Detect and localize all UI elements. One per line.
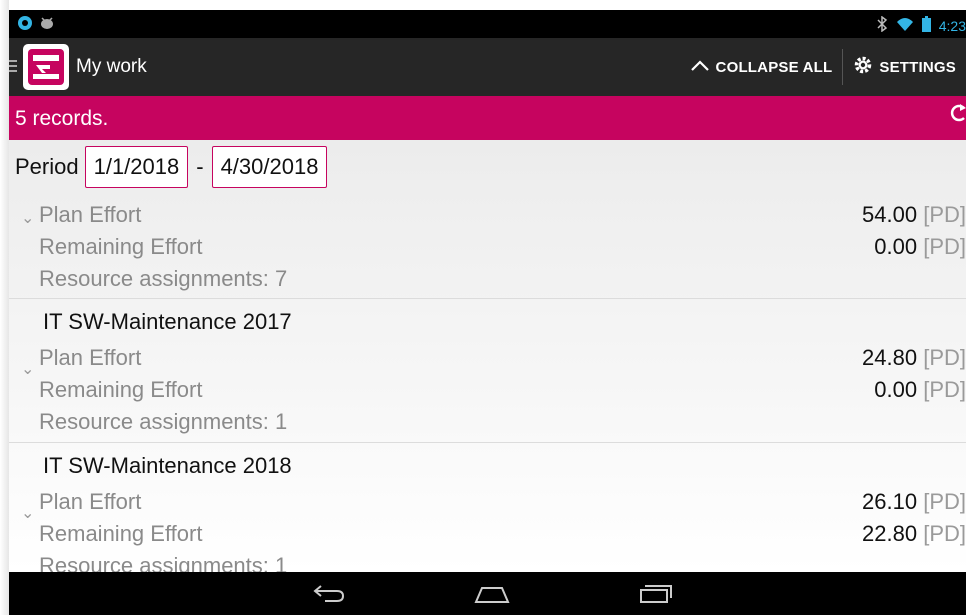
period-to-field[interactable]: 4/30/2018	[211, 146, 328, 188]
list-item[interactable]: IT SW-Maintenance 2017 ⌄ Plan Effort 24.…	[9, 298, 966, 441]
period-filter: Period 1/1/2018 - 4/30/2018	[15, 146, 328, 188]
android-screen: 4:23 My work COLLAPSE ALL SETTINGS 5 rec…	[9, 10, 966, 615]
status-time: 4:23	[938, 17, 966, 34]
chevron-up-icon	[690, 59, 710, 76]
battery-icon	[921, 16, 931, 35]
refresh-icon[interactable]	[950, 102, 966, 130]
chevron-down-icon[interactable]: ⌄	[21, 359, 34, 379]
chevron-down-icon[interactable]: ⌄	[21, 208, 34, 228]
plan-effort-value: 24.80 [PD]	[862, 345, 966, 370]
nav-drawer-icon[interactable]	[9, 60, 17, 75]
list-item[interactable]: IT SW-Maintenance 2018 ⌄ Plan Effort 26.…	[9, 442, 966, 578]
remaining-effort-value: 0.00 [PD]	[874, 234, 966, 259]
settings-label: SETTINGS	[879, 58, 956, 76]
action-bar: My work COLLAPSE ALL SETTINGS	[9, 38, 966, 96]
recents-icon[interactable]	[637, 582, 673, 609]
wifi-icon	[896, 17, 914, 35]
collapse-all-button[interactable]: COLLAPSE ALL	[680, 38, 843, 96]
remaining-effort-value: 22.80 [PD]	[862, 521, 966, 546]
status-bar: 4:23	[9, 10, 966, 38]
plan-effort-value: 54.00 [PD]	[862, 202, 966, 227]
home-icon[interactable]	[472, 582, 512, 609]
period-from-field[interactable]: 1/1/2018	[84, 146, 189, 188]
plan-effort-label: Plan Effort	[39, 489, 142, 514]
back-icon[interactable]	[311, 582, 347, 609]
remaining-effort-label: Remaining Effort	[39, 234, 203, 259]
settings-button[interactable]: SETTINGS	[843, 38, 966, 96]
remaining-effort-label: Remaining Effort	[39, 521, 203, 546]
app-icon[interactable]	[23, 44, 69, 90]
remaining-effort-label: Remaining Effort	[39, 377, 203, 402]
app-title: My work	[76, 56, 147, 77]
window-shadow	[0, 0, 9, 615]
records-bar: 5 records.	[9, 96, 966, 140]
work-list: Period 1/1/2018 - 4/30/2018 ⌄ Plan Effor…	[9, 140, 966, 578]
resource-assignments: Resource assignments: 1	[39, 409, 288, 434]
gear-icon	[853, 55, 873, 79]
period-label: Period	[15, 154, 79, 179]
chevron-down-icon[interactable]: ⌄	[21, 503, 34, 523]
list-item[interactable]: ⌄ Plan Effort 54.00 [PD] Remaining Effor…	[9, 192, 966, 291]
plan-effort-label: Plan Effort	[39, 345, 142, 370]
system-nav-bar	[9, 572, 966, 615]
remaining-effort-value: 0.00 [PD]	[874, 377, 966, 402]
project-title: IT SW-Maintenance 2018	[43, 453, 292, 478]
records-count: 5 records.	[15, 107, 109, 130]
period-separator: -	[196, 154, 204, 179]
bluetooth-icon	[876, 15, 888, 35]
project-title: IT SW-Maintenance 2017	[43, 309, 292, 334]
resource-assignments: Resource assignments: 7	[39, 266, 288, 291]
bug-icon	[39, 16, 55, 33]
notification-icon	[17, 15, 33, 34]
plan-effort-label: Plan Effort	[39, 202, 142, 227]
collapse-all-label: COLLAPSE ALL	[715, 58, 833, 76]
plan-effort-value: 26.10 [PD]	[862, 489, 966, 514]
